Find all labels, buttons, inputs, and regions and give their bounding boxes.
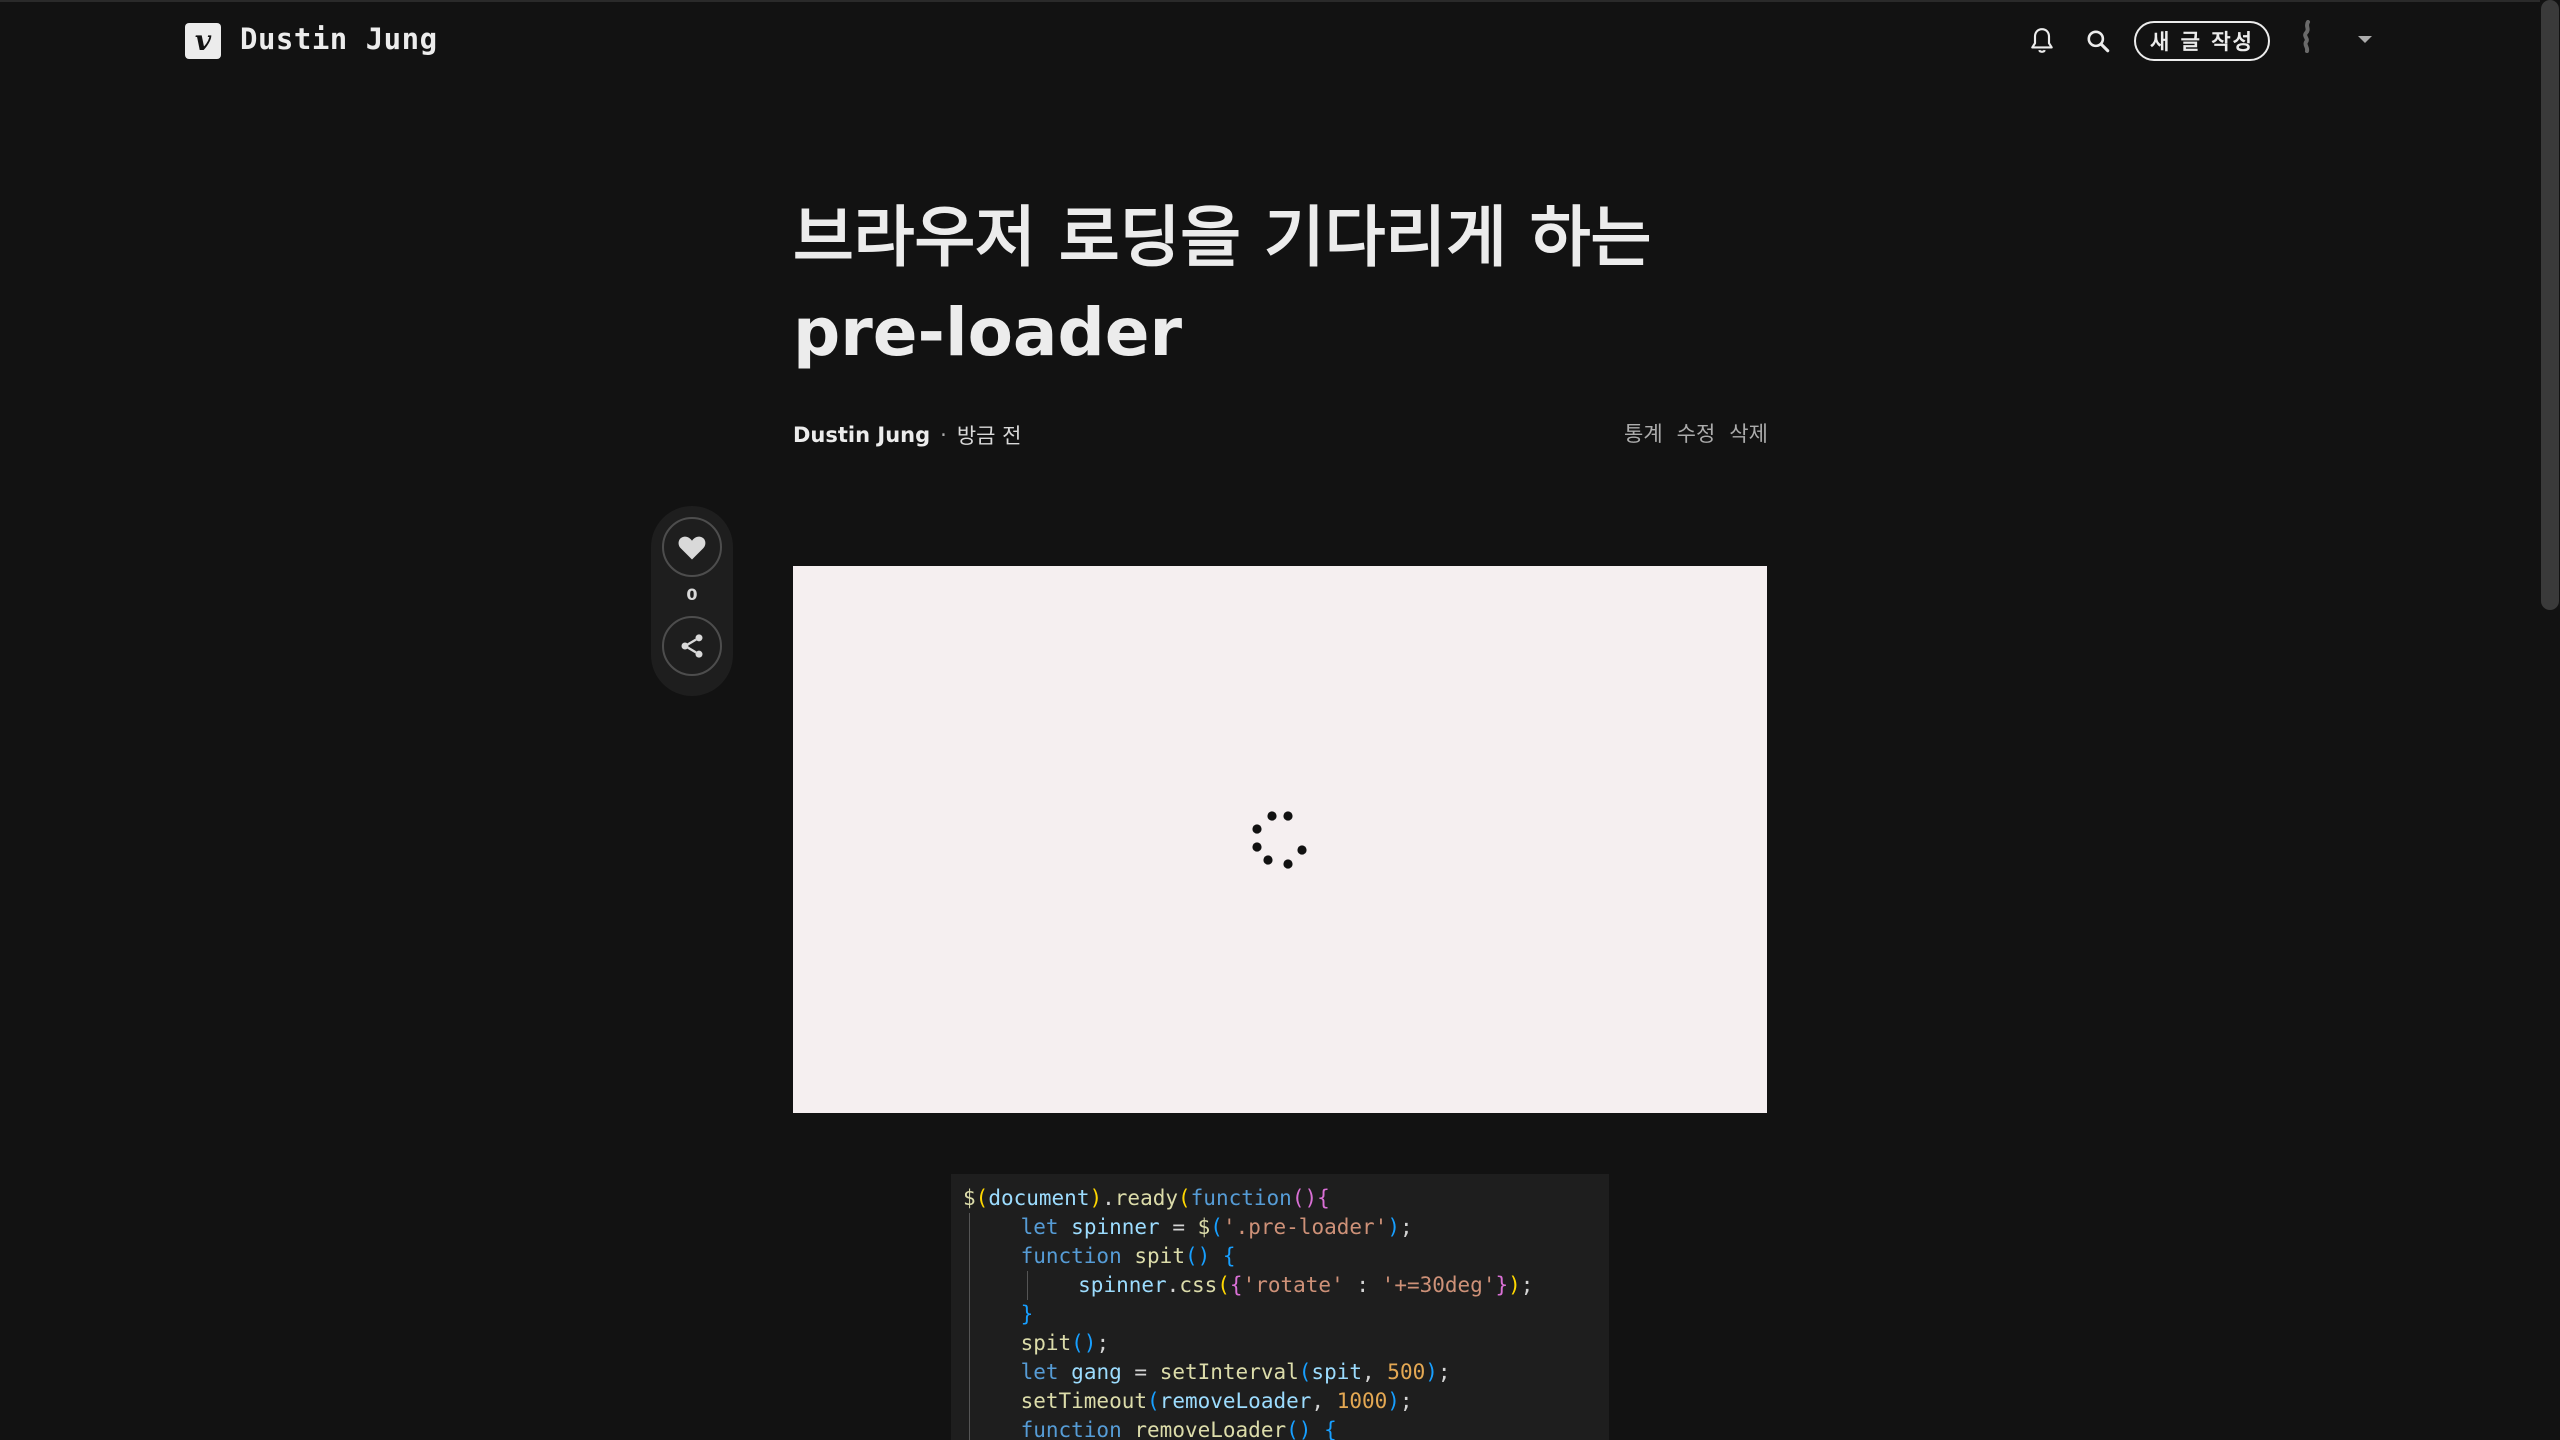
code-line: $(document).ready(function(){ (963, 1186, 1330, 1210)
bell-icon[interactable] (2023, 22, 2061, 60)
search-icon[interactable] (2079, 22, 2117, 60)
logo-letter: v (194, 24, 212, 57)
side-panel: 0 (651, 506, 733, 696)
meta-separator: · (940, 423, 947, 447)
velog-logo[interactable]: v (185, 23, 221, 59)
post-time: 방금 전 (956, 424, 1022, 448)
scrollbar-thumb[interactable] (2541, 0, 2559, 610)
post-actions: 통계 수정 삭제 (1624, 418, 1768, 448)
code-line: let gang = setInterval(spit, 500); (963, 1358, 1597, 1387)
delete-button[interactable]: 삭제 (1729, 418, 1768, 448)
edit-button[interactable]: 수정 (1677, 418, 1716, 448)
new-post-button[interactable]: 새 글 작성 (2134, 21, 2270, 61)
post-title: 브라우저 로딩을 기다리게 하는 pre-loader (793, 199, 1652, 371)
code-line: let spinner = $('.pre-loader'); (963, 1213, 1597, 1242)
code-block: $(document).ready(function(){ let spinne… (951, 1174, 1609, 1440)
preloader-preview (793, 566, 1767, 1113)
code-line: spinner.css({'rotate' : '+=30deg'}); (963, 1271, 1597, 1300)
blog-name[interactable]: Dustin Jung (240, 22, 438, 56)
code-line: } (963, 1300, 1597, 1329)
code-line: setTimeout(removeLoader, 1000); (963, 1387, 1597, 1416)
post-meta: Dustin Jung · 방금 전 (793, 420, 1021, 450)
like-button[interactable] (662, 517, 722, 577)
header: v Dustin Jung 새 글 작성 (0, 0, 2540, 84)
code-line: spit(); (963, 1329, 1597, 1358)
caret-down-icon[interactable] (2358, 36, 2372, 43)
heart-icon (678, 536, 706, 560)
code-line: function removeLoader() { (963, 1416, 1597, 1440)
spinner-icon (1252, 811, 1307, 869)
code-line: function spit() { (963, 1242, 1597, 1271)
share-icon (681, 634, 703, 658)
user-avatar[interactable] (2296, 20, 2320, 54)
stats-button[interactable]: 통계 (1624, 418, 1663, 448)
post-author[interactable]: Dustin Jung (793, 423, 930, 447)
share-button[interactable] (662, 616, 722, 676)
like-count: 0 (686, 585, 698, 604)
